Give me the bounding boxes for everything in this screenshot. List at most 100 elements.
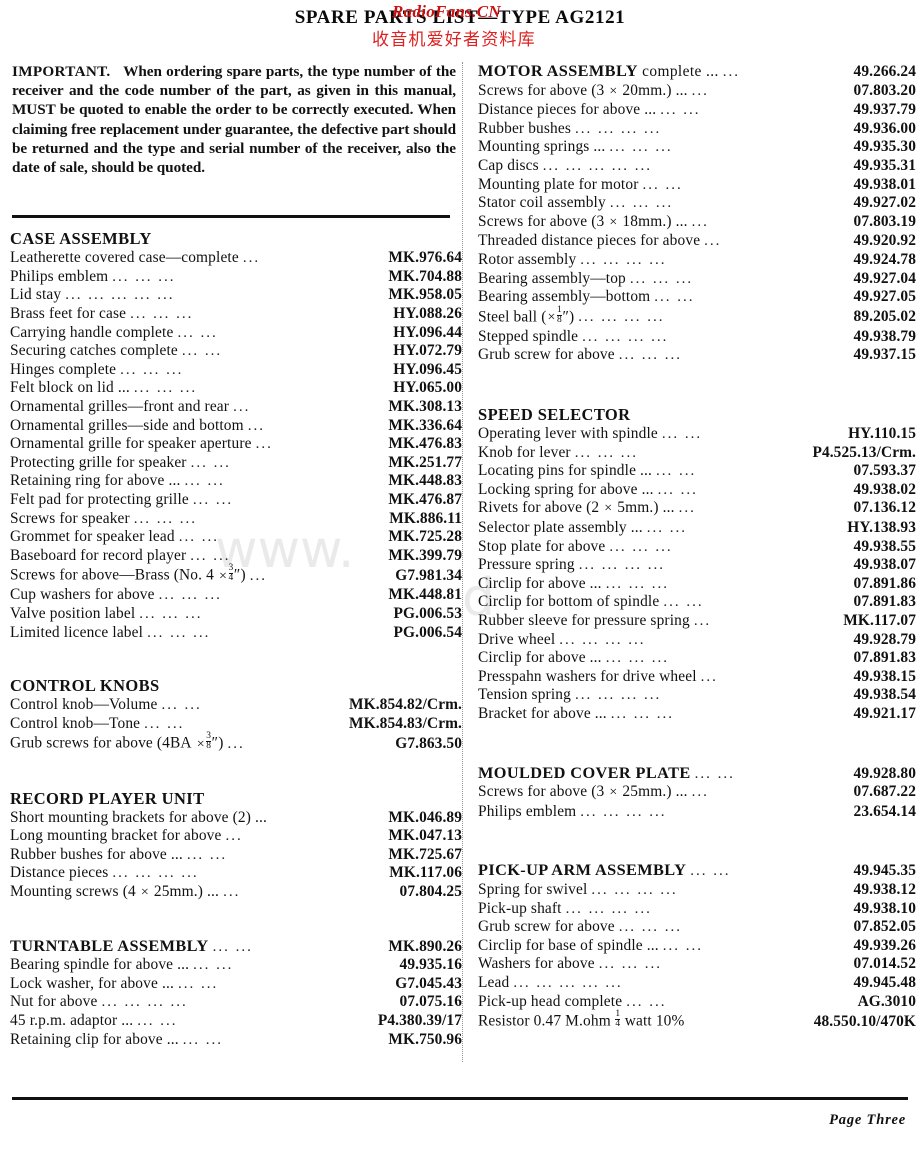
- part-name: Bearing assembly—top: [478, 269, 626, 287]
- leader-dots: ...: [242, 250, 261, 267]
- section-heading: TURNTABLE ASSEMBLY: [10, 935, 209, 955]
- part-code: MK.750.96: [388, 1030, 462, 1048]
- leader-dots: ...: [223, 884, 241, 900]
- parts-row: Philips emblem... ... ... MK.704.88: [10, 268, 462, 287]
- leader-dots: ...: [255, 436, 273, 453]
- part-name: Bearing assembly—bottom: [478, 288, 651, 306]
- part-name: Valve position label: [10, 605, 136, 623]
- parts-row: Screws for above—Brass (No. 4 × 3 4 ″)... G7…: [10, 564, 462, 586]
- leader-dots: ... ... ... ...: [565, 900, 652, 917]
- parts-section: CONTROL KNOBS Control knob—Volume... ... M…: [10, 676, 462, 754]
- leader-dots: ...: [700, 668, 718, 685]
- parts-row: Carrying handle complete... ... HY.096.44: [10, 324, 462, 343]
- part-name: 45 r.p.m. adaptor ...: [10, 1011, 134, 1029]
- leader-dots: ... ... ...: [130, 306, 194, 322]
- leader-dots: ...: [249, 567, 267, 584]
- page-footer: Page Three: [829, 1112, 906, 1128]
- leader-dots: ... ... ...: [618, 347, 683, 364]
- part-name: Nut for above: [10, 993, 98, 1011]
- leader-dots: ... ...: [690, 863, 731, 880]
- part-name: Distance pieces: [10, 864, 109, 882]
- parts-row: Nut for above... ... ... ... 07.075.16: [10, 993, 462, 1012]
- section-heading-row: TURNTABLE ASSEMBLY... ... MK.890.26: [10, 935, 462, 957]
- leader-dots: ... ... ...: [605, 575, 669, 592]
- part-code: 49.927.04: [853, 269, 916, 287]
- leader-dots: ... ...: [186, 846, 228, 863]
- part-code: 49.938.02: [853, 480, 916, 498]
- parts-row: Lead... ... ... ... ... 49.945.48: [478, 974, 916, 993]
- parts-row: Ornamental grille for speaker aperture..…: [10, 435, 462, 454]
- parts-row: Pressure spring... ... ... ... 49.938.07: [478, 556, 916, 575]
- part-code: 49.927.02: [853, 194, 916, 212]
- leader-dots: ... ...: [181, 343, 223, 360]
- part-code: MK.336.64: [388, 416, 462, 434]
- part-name: Circlip for above ...: [478, 574, 602, 592]
- part-code: P4.525.13/Crm.: [812, 443, 916, 461]
- leader-dots: ... ... ... ...: [574, 687, 662, 704]
- leader-dots: ... ... ... ...: [101, 994, 188, 1011]
- section-heading-row: MOULDED COVER PLATE... ... 49.928.80: [478, 763, 916, 784]
- leader-dots: ... ... ... ... ...: [513, 974, 623, 991]
- leader-dots: ... ... ... ...: [580, 803, 667, 820]
- part-code: MK.046.89: [388, 808, 462, 826]
- part-name: Mounting screws (4 × 25mm.) ...: [10, 883, 220, 900]
- leader-dots: ... ...: [646, 520, 687, 537]
- parts-row: Tension spring... ... ... ... 49.938.54: [478, 686, 916, 705]
- part-name: Ornamental grille for speaker aperture: [10, 435, 252, 453]
- parts-row: Rubber sleeve for pressure spring... MK.1…: [478, 612, 916, 631]
- part-name: Long mounting bracket for above: [10, 827, 222, 845]
- part-code: 49.928.79: [853, 630, 916, 648]
- part-name: Locking spring for above ...: [478, 480, 654, 498]
- part-code: 49.927.05: [853, 288, 916, 306]
- leader-dots: ... ... ...: [629, 270, 694, 287]
- part-name: Bearing spindle for above ...: [10, 956, 190, 974]
- fraction-glyph: 18: [557, 304, 562, 325]
- parts-row: Control knob—Tone... ... MK.854.83/Crm.: [10, 715, 462, 734]
- part-name: Protecting grille for speaker: [10, 453, 187, 471]
- column-divider: [462, 62, 464, 1062]
- parts-row: Baseboard for record player... ... MK.399…: [10, 547, 462, 566]
- parts-row: Pick-up shaft... ... ... ... 49.938.10: [478, 900, 916, 919]
- leader-dots: ... ... ...: [609, 139, 673, 156]
- part-code: MK.476.87: [388, 490, 462, 508]
- part-name: Distance pieces for above ...: [478, 101, 657, 119]
- part-name: Bracket for above ...: [478, 704, 607, 722]
- part-code: MK.117.07: [843, 612, 916, 630]
- parts-row: Screws for above (3 × 18mm.) ...... 07.80…: [478, 213, 916, 233]
- parts-row: Threaded distance pieces for above... 49.…: [478, 232, 916, 251]
- part-name: Presspahn washers for drive wheel: [478, 667, 697, 685]
- leader-dots: ...: [693, 613, 712, 630]
- parts-row: Bracket for above ...... ... ... 49.921.1…: [478, 705, 916, 724]
- part-name: Cup washers for above: [10, 586, 155, 604]
- part-code: HY.110.15: [848, 425, 916, 443]
- part-code: 89.205.02: [853, 308, 916, 326]
- parts-row: Circlip for above ...... ... ... 07.891.8…: [478, 575, 916, 594]
- leader-dots: ...: [691, 784, 709, 801]
- part-code: G7.981.34: [395, 566, 462, 584]
- parts-row: Limited licence label... ... ... PG.006.5…: [10, 624, 462, 643]
- parts-row: Bearing assembly—bottom... ... 49.927.05: [478, 288, 916, 307]
- leader-dots: ...: [691, 213, 709, 230]
- part-code: HY.096.45: [393, 360, 462, 378]
- part-code: MK.854.82/Crm.: [349, 696, 462, 714]
- important-label: IMPORTANT.: [12, 63, 111, 80]
- parts-row: Selector plate assembly ...... ... HY.138…: [478, 519, 916, 538]
- part-name: Lock washer, for above ...: [10, 974, 174, 992]
- part-code: HY.088.26: [393, 305, 462, 322]
- part-code: MK.308.13: [388, 397, 462, 415]
- part-name: Screws for above (3 × 25mm.) ...: [478, 783, 688, 801]
- part-code: MK.399.79: [388, 546, 462, 564]
- leader-dots: ... ...: [192, 491, 234, 508]
- part-name: Lid stay: [10, 286, 62, 304]
- parts-row: Rubber bushes... ... ... ... 49.936.00: [478, 120, 916, 139]
- parts-row: Rivets for above (2 × 5mm.) ...... 07.136…: [478, 499, 916, 519]
- part-code: 07.852.05: [853, 918, 916, 936]
- leader-dots: ... ...: [190, 454, 231, 471]
- parts-section: TURNTABLE ASSEMBLY... ... MK.890.26 Bearin…: [10, 935, 462, 1050]
- part-code: MK.476.83: [388, 435, 462, 453]
- part-name: Leatherette covered case—complete: [10, 249, 239, 267]
- part-name: Operating lever with spindle: [478, 425, 658, 443]
- part-name: Control knob—Tone: [10, 714, 141, 732]
